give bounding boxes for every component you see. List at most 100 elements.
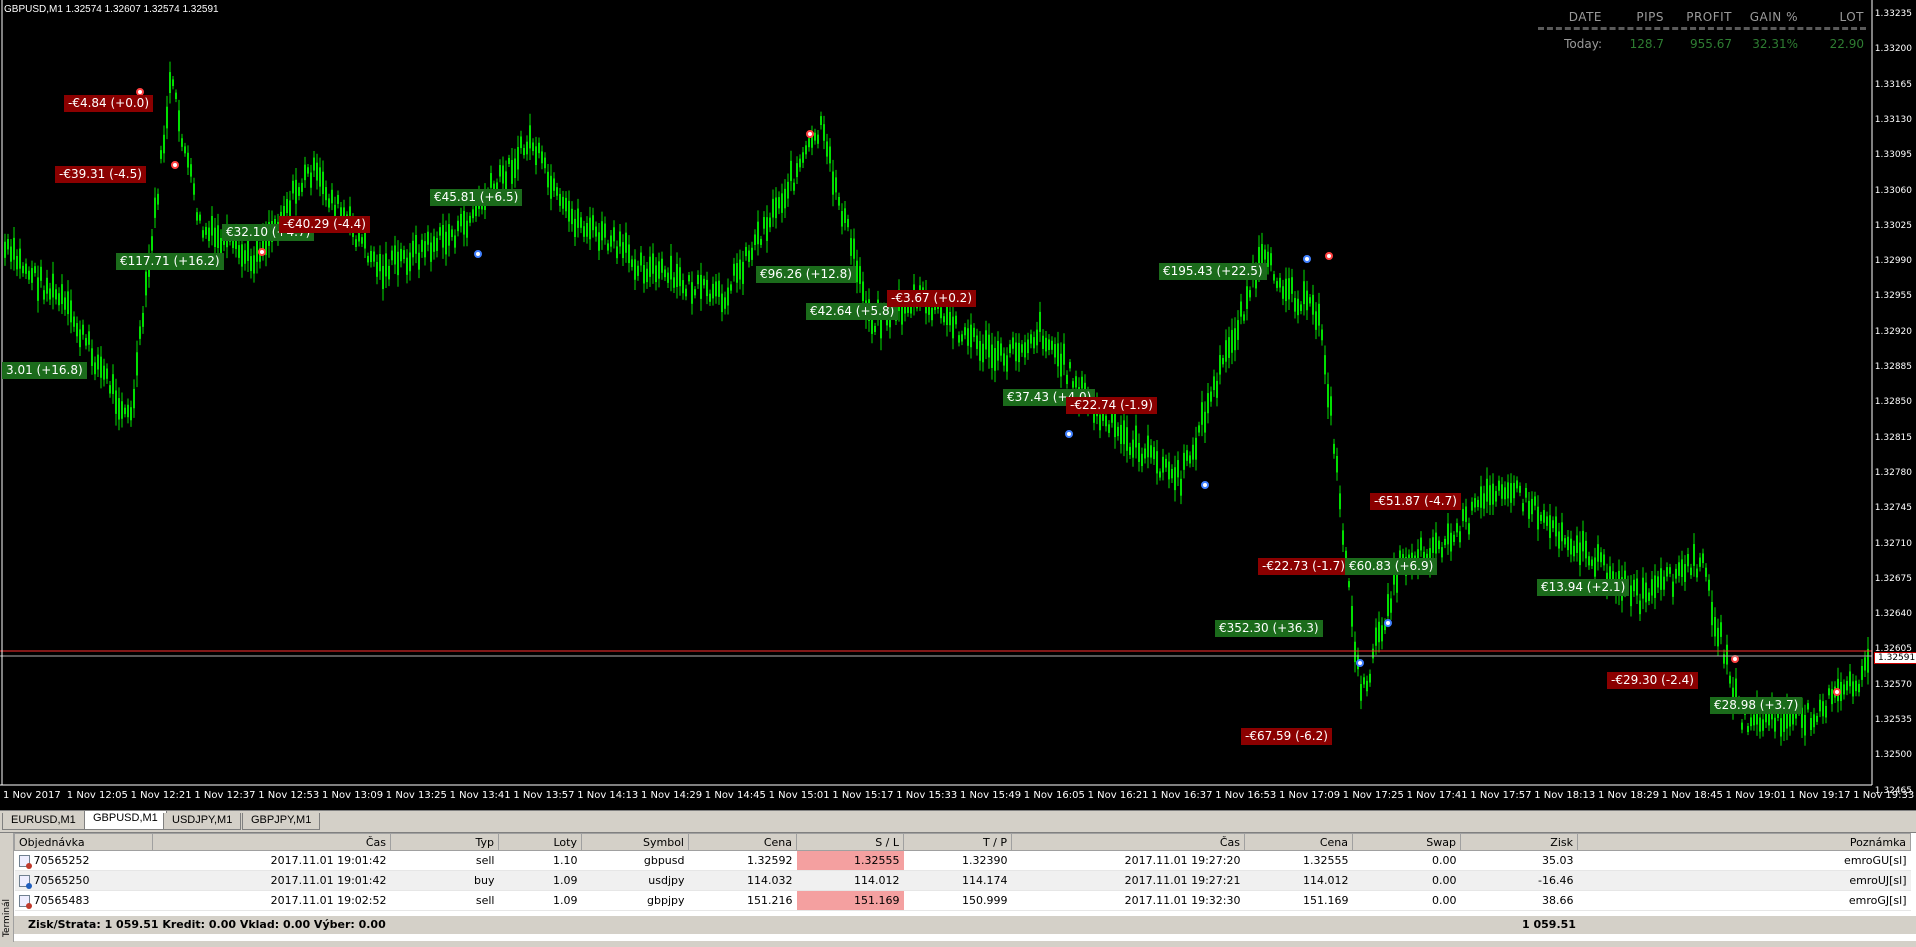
candle-body — [1339, 493, 1341, 510]
stop-loss: 114.012 — [796, 870, 904, 891]
candle-body — [157, 193, 159, 205]
candle-body — [49, 288, 51, 300]
table-row[interactable]: 70565483 2017.11.01 19:02:52 sell 1.09 g… — [14, 890, 1911, 911]
candle-body — [1501, 484, 1503, 499]
candle-body — [100, 356, 102, 378]
candle-body — [850, 238, 852, 256]
col-open-time[interactable]: Čas — [152, 833, 391, 851]
candle-body — [571, 208, 573, 225]
candle-body — [1195, 437, 1197, 460]
time-axis-tick: 1 Nov 17:09 — [1279, 790, 1341, 801]
col-lots[interactable]: Loty — [498, 833, 582, 851]
col-close-time[interactable]: Čas — [1011, 833, 1245, 851]
price-axis-tick: 1.32955 — [1874, 291, 1912, 302]
candle-body — [214, 227, 216, 247]
candle-body — [247, 238, 249, 261]
comment: emroGU[sl] — [1577, 850, 1911, 871]
candle-body — [673, 277, 675, 288]
candle-body — [772, 198, 774, 218]
candle-body — [469, 215, 471, 223]
candle-body — [1012, 337, 1014, 349]
candle-body — [1120, 424, 1122, 444]
price-axis-tick: 1.32780 — [1874, 467, 1912, 478]
candle-body — [412, 240, 414, 258]
candle-body — [1654, 575, 1656, 598]
candle-body — [592, 215, 594, 231]
candle-body — [139, 326, 141, 339]
stats-today-label: Today: — [1564, 37, 1602, 51]
col-sl[interactable]: S / L — [796, 833, 904, 851]
candle-body — [1816, 715, 1818, 722]
candle-body — [1648, 592, 1650, 601]
candle-body — [94, 362, 96, 375]
tab-gbpusd[interactable]: GBPUSD,M1 — [84, 811, 167, 830]
candle-body — [544, 157, 546, 169]
candle-body — [559, 193, 561, 206]
price-axis-tick: 1.33200 — [1874, 44, 1912, 55]
candle-body — [565, 197, 567, 212]
candle-body — [1198, 425, 1200, 433]
candle-body — [853, 238, 855, 259]
candle-body — [1432, 537, 1434, 553]
candle-body — [151, 236, 153, 251]
candle-body — [1123, 420, 1125, 445]
col-symbol[interactable]: Symbol — [581, 833, 689, 851]
time-axis-tick: 1 Nov 12:05 — [66, 790, 128, 801]
candle-body — [649, 256, 651, 277]
price-axis-tick: 1.33130 — [1874, 114, 1912, 125]
candle-body — [142, 312, 144, 327]
price-axis-tick: 1.32885 — [1874, 362, 1912, 372]
tab-eurusd[interactable]: EURUSD,M1 — [2, 813, 85, 830]
candle-body — [376, 261, 378, 277]
table-row[interactable]: 70565250 2017.11.01 19:01:42 buy 1.09 us… — [14, 870, 1911, 891]
candle-body — [844, 208, 846, 224]
candle-body — [361, 237, 363, 244]
candle-body — [616, 246, 618, 259]
candle-body — [1060, 353, 1062, 377]
candle-body — [754, 234, 756, 245]
candle-body — [1495, 491, 1497, 502]
col-comment[interactable]: Poznámka — [1577, 833, 1911, 851]
col-open-price[interactable]: Cena — [688, 833, 797, 851]
candle-body — [1420, 537, 1422, 551]
col-profit[interactable]: Zisk — [1460, 833, 1578, 851]
col-swap[interactable]: Swap — [1352, 833, 1461, 851]
tab-gbpjpy[interactable]: GBPJPY,M1 — [242, 813, 321, 830]
col-type[interactable]: Typ — [390, 833, 499, 851]
candle-body — [1324, 355, 1326, 375]
trade-result-tag: €28.98 (+3.7) — [1710, 697, 1803, 714]
candle-body — [46, 277, 48, 294]
candle-body — [979, 341, 981, 361]
trade-result-tag: -€39.31 (-4.5) — [55, 166, 146, 183]
col-close-price[interactable]: Cena — [1244, 833, 1353, 851]
sell-order-icon — [18, 855, 32, 869]
candle-body — [613, 227, 615, 242]
terminal-side-text: Terminál — [2, 899, 12, 938]
candle-body — [697, 274, 699, 285]
candle-body — [1537, 506, 1539, 530]
candle-body — [1540, 514, 1542, 521]
trade-arrow-marker — [1731, 655, 1739, 663]
candle-body — [97, 354, 99, 370]
candle-body — [1642, 577, 1644, 599]
col-tp[interactable]: T / P — [903, 833, 1012, 851]
stop-loss: 1.32555 — [796, 850, 904, 871]
price-axis-tick: 1.32675 — [1874, 573, 1912, 584]
price-chart[interactable]: GBPUSD,M1 1.32574 1.32607 1.32574 1.3259… — [0, 0, 1916, 810]
candle-body — [988, 334, 990, 358]
current-price-label: 1.32591 — [1874, 652, 1916, 664]
trade-result-tag: 3.01 (+16.8) — [2, 362, 87, 379]
candle-body — [367, 255, 369, 263]
table-row[interactable]: 70565252 2017.11.01 19:01:42 sell 1.10 g… — [14, 850, 1911, 871]
time-axis-tick: 1 Nov 13:25 — [385, 790, 447, 801]
tab-usdjpy[interactable]: USDJPY,M1 — [163, 813, 242, 830]
candle-body — [1633, 579, 1635, 592]
price-axis-tick: 1.32535 — [1874, 715, 1912, 725]
candle-body — [820, 116, 822, 126]
col-order[interactable]: Objednávka — [14, 833, 153, 851]
candle-body — [967, 328, 969, 346]
candle-body — [76, 323, 78, 337]
candle-body — [1000, 343, 1002, 356]
candle-body — [292, 180, 294, 194]
candle-body — [1066, 374, 1068, 385]
